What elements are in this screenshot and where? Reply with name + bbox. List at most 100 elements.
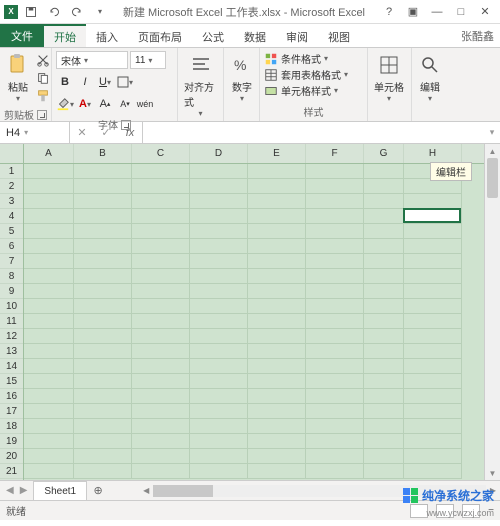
help-button[interactable]: ?: [378, 2, 400, 22]
italic-button[interactable]: I: [76, 73, 94, 91]
cell[interactable]: [364, 329, 404, 344]
formula-bar-expand[interactable]: ▾: [484, 122, 500, 143]
cell[interactable]: [364, 269, 404, 284]
cell[interactable]: [24, 329, 74, 344]
row-header[interactable]: 8: [0, 269, 23, 284]
row-header[interactable]: 16: [0, 389, 23, 404]
cell[interactable]: [74, 404, 132, 419]
cell[interactable]: [248, 419, 306, 434]
cell[interactable]: [24, 389, 74, 404]
row-header[interactable]: 21: [0, 464, 23, 479]
cell[interactable]: [364, 179, 404, 194]
qat-customize[interactable]: ▾: [90, 2, 110, 22]
cell[interactable]: [132, 179, 190, 194]
row-header[interactable]: 2: [0, 179, 23, 194]
tab-page-layout[interactable]: 页面布局: [128, 24, 192, 47]
cell[interactable]: [248, 374, 306, 389]
cell[interactable]: [364, 209, 404, 224]
cell[interactable]: [306, 284, 364, 299]
column-header[interactable]: F: [306, 144, 364, 163]
cell[interactable]: [74, 449, 132, 464]
cell[interactable]: [190, 404, 248, 419]
underline-button[interactable]: U▾: [96, 73, 114, 91]
number-button[interactable]: % 数字 ▾: [228, 51, 256, 105]
cell[interactable]: [74, 434, 132, 449]
cell[interactable]: [306, 404, 364, 419]
column-header[interactable]: E: [248, 144, 306, 163]
cell[interactable]: [306, 269, 364, 284]
decrease-font-button[interactable]: A▾: [116, 95, 134, 113]
cell[interactable]: [306, 299, 364, 314]
editing-button[interactable]: 编辑 ▾: [416, 51, 444, 105]
row-header[interactable]: 17: [0, 404, 23, 419]
cell[interactable]: [404, 209, 462, 224]
cell[interactable]: [364, 164, 404, 179]
cell[interactable]: [306, 359, 364, 374]
cell[interactable]: [74, 224, 132, 239]
scroll-left-arrow[interactable]: ◀: [143, 486, 149, 495]
cell[interactable]: [248, 404, 306, 419]
column-header[interactable]: B: [74, 144, 132, 163]
cell[interactable]: [132, 284, 190, 299]
minimize-button[interactable]: —: [426, 2, 448, 22]
cell[interactable]: [364, 299, 404, 314]
tab-data[interactable]: 数据: [234, 24, 276, 47]
sheet-nav-next[interactable]: ▶: [20, 485, 28, 496]
bold-button[interactable]: B: [56, 73, 74, 91]
cell[interactable]: [24, 254, 74, 269]
cell[interactable]: [24, 374, 74, 389]
cell[interactable]: [74, 419, 132, 434]
font-color-button[interactable]: A▾: [76, 95, 94, 113]
cell[interactable]: [306, 194, 364, 209]
cell[interactable]: [364, 239, 404, 254]
redo-button[interactable]: [67, 2, 87, 22]
cells-button[interactable]: 单元格 ▾: [372, 51, 406, 105]
phonetic-button[interactable]: wén: [136, 95, 154, 113]
cell[interactable]: [132, 164, 190, 179]
cell[interactable]: [248, 224, 306, 239]
cell[interactable]: [364, 419, 404, 434]
cancel-formula-button[interactable]: ✕: [70, 122, 94, 143]
cell[interactable]: [190, 299, 248, 314]
cell[interactable]: [190, 179, 248, 194]
cell[interactable]: [190, 374, 248, 389]
cell[interactable]: [364, 374, 404, 389]
cell[interactable]: [24, 224, 74, 239]
cell[interactable]: [248, 179, 306, 194]
cell[interactable]: [306, 254, 364, 269]
cell[interactable]: [404, 374, 462, 389]
cell[interactable]: [190, 284, 248, 299]
row-header[interactable]: 5: [0, 224, 23, 239]
tab-review[interactable]: 审阅: [276, 24, 318, 47]
cell[interactable]: [364, 404, 404, 419]
cut-button[interactable]: [34, 51, 52, 69]
cell[interactable]: [190, 164, 248, 179]
cell[interactable]: [404, 404, 462, 419]
save-button[interactable]: [21, 2, 41, 22]
cell[interactable]: [404, 434, 462, 449]
cell[interactable]: [190, 359, 248, 374]
cell[interactable]: [306, 164, 364, 179]
sheet-tab-active[interactable]: Sheet1: [33, 481, 87, 500]
cell[interactable]: [306, 374, 364, 389]
clipboard-launcher[interactable]: [37, 110, 47, 120]
add-sheet-button[interactable]: ⊕: [87, 481, 109, 500]
cell[interactable]: [404, 389, 462, 404]
cell[interactable]: [306, 224, 364, 239]
tab-insert[interactable]: 插入: [86, 24, 128, 47]
column-header[interactable]: D: [190, 144, 248, 163]
cell[interactable]: [132, 374, 190, 389]
horizontal-scroll-track[interactable]: [153, 485, 486, 497]
cell[interactable]: [306, 434, 364, 449]
cell[interactable]: [132, 359, 190, 374]
cell[interactable]: [74, 254, 132, 269]
cell[interactable]: [404, 359, 462, 374]
page-break-view-button[interactable]: [462, 504, 480, 518]
cell[interactable]: [24, 449, 74, 464]
cell[interactable]: [132, 419, 190, 434]
horizontal-scrollbar[interactable]: ◀ ▶: [139, 481, 500, 500]
tab-view[interactable]: 视图: [318, 24, 360, 47]
cell[interactable]: [364, 224, 404, 239]
enter-formula-button[interactable]: ✓: [94, 122, 118, 143]
cell[interactable]: [132, 434, 190, 449]
